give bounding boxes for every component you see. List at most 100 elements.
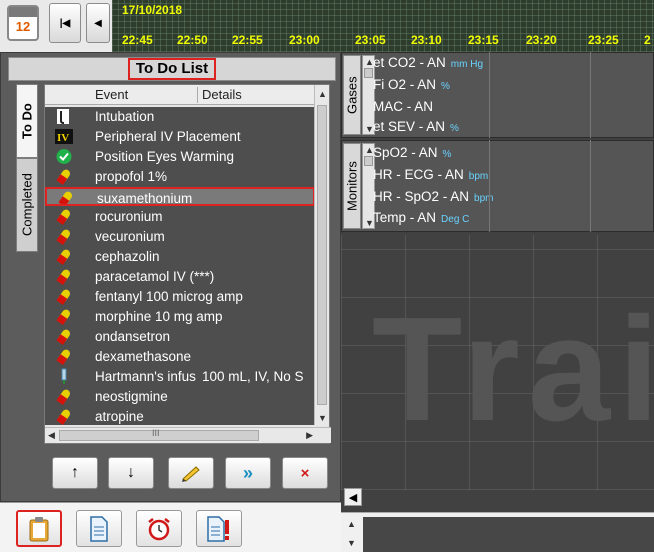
calendar-button[interactable]: 12 <box>7 5 39 41</box>
pill-icon <box>57 190 75 204</box>
event-details: 100 mL, IV, No S <box>202 369 304 384</box>
intubation-icon <box>55 108 73 125</box>
training-watermark: Trai <box>372 287 654 452</box>
pill-icon <box>55 228 73 245</box>
move-up-button[interactable]: ↑ <box>52 457 98 489</box>
pill-icon <box>55 268 73 285</box>
list-item[interactable]: morphine 10 mg amp <box>45 307 315 326</box>
pill-icon <box>55 348 73 365</box>
chevron-left-icon: ◀ <box>94 17 102 29</box>
channel-row[interactable]: et CO2 - AN mm Hg <box>373 53 483 73</box>
list-item[interactable]: cephazolin <box>45 247 315 266</box>
list-item[interactable]: suxamethonium <box>45 187 315 206</box>
pencil-icon <box>182 466 200 482</box>
svg-text:IV: IV <box>57 132 69 144</box>
channel-row[interactable]: Temp - AN Deg C <box>373 208 469 228</box>
step-back-button[interactable]: ◀ <box>86 3 110 43</box>
channel-name: HR - ECG - AN <box>373 167 464 182</box>
channel-unit: bpm <box>474 193 494 204</box>
clipboard-view-button[interactable] <box>16 510 62 547</box>
channel-name: et CO2 - AN <box>373 55 446 70</box>
alert-document-button[interactable] <box>196 510 242 547</box>
pill-icon <box>55 168 73 185</box>
hscroll-thumb[interactable]: III <box>59 428 259 441</box>
notes-area[interactable] <box>363 517 654 552</box>
list-item[interactable]: IV Peripheral IV Placement <box>45 127 315 146</box>
event-name: dexamethasone <box>95 349 192 364</box>
hscroll-grip: III <box>152 428 160 438</box>
channel-row[interactable]: MAC - AN <box>373 97 438 117</box>
channel-row[interactable]: SpO2 - AN% <box>373 143 451 163</box>
scroll-thumb[interactable] <box>317 105 327 405</box>
scroll-down-icon[interactable]: ▼ <box>318 413 327 423</box>
list-item[interactable]: ondansetron <box>45 327 315 346</box>
column-divider <box>197 87 198 103</box>
list-item[interactable]: dexamethasone <box>45 347 315 366</box>
list-item[interactable]: Hartmann's infus 100 mL, IV, No S <box>45 367 315 386</box>
channel-unit: % <box>441 81 450 92</box>
time-tick: 23:25 <box>588 33 619 47</box>
channel-name: SpO2 - AN <box>373 145 438 160</box>
channel-row[interactable]: Fi O2 - AN% <box>373 75 450 95</box>
tab-todo[interactable]: To Do <box>16 84 38 158</box>
collapse-button[interactable]: ◀ <box>344 488 362 506</box>
clipboard-icon <box>29 516 49 541</box>
list-item[interactable]: Intubation <box>45 107 315 126</box>
anaesthesia-record-window: 12 |◀ ◀ 17/10/2018 22:45 22:50 22:55 23:… <box>0 0 654 552</box>
event-name: Intubation <box>95 109 155 124</box>
list-item[interactable]: propofol 1% <box>45 167 315 186</box>
gases-label: Gases <box>343 55 361 135</box>
list-item[interactable]: atropine <box>45 407 315 426</box>
double-chevron-right-icon: » <box>242 462 253 483</box>
scroll-left-icon[interactable]: ◀ <box>48 430 55 441</box>
event-name: cephazolin <box>95 249 160 264</box>
scroll-down-icon[interactable]: ▼ <box>347 538 356 548</box>
event-name: Hartmann's infus <box>95 369 196 384</box>
channel-unit: % <box>442 149 452 160</box>
scroll-up-icon[interactable]: ▲ <box>318 89 327 99</box>
todo-list[interactable]: Event Details Intubation IV Peripheral IV … <box>44 84 331 444</box>
channel-row[interactable]: HR - SpO2 - AN bpm <box>373 187 493 207</box>
time-tick: 2 <box>644 33 651 47</box>
column-details[interactable]: Details <box>202 87 242 102</box>
edit-button[interactable] <box>168 457 214 489</box>
alarm-view-button[interactable] <box>136 510 182 547</box>
tab-completed[interactable]: Completed <box>16 158 38 252</box>
time-tick: 23:05 <box>355 33 386 47</box>
arrow-down-icon: ↓ <box>127 464 135 481</box>
delete-button[interactable]: × <box>282 457 328 489</box>
pill-icon <box>55 408 73 425</box>
list-item[interactable]: neostigmine <box>45 387 315 406</box>
scroll-right-icon[interactable]: ▶ <box>306 430 313 441</box>
list-item[interactable]: fentanyl 100 microg amp <box>45 287 315 306</box>
scroll-thumb[interactable] <box>364 156 373 166</box>
horizontal-scrollbar[interactable]: ◀ III ▶ <box>45 427 331 443</box>
channel-row[interactable]: HR - ECG - AN bpm <box>373 165 488 185</box>
document-view-button[interactable] <box>76 510 122 547</box>
channel-row[interactable]: et SEV - AN% <box>373 117 459 137</box>
list-header: Event Details <box>45 85 315 105</box>
column-event[interactable]: Event <box>95 87 128 102</box>
list-item[interactable]: vecuronium <box>45 227 315 246</box>
list-item[interactable]: Position Eyes Warming <box>45 147 315 166</box>
channel-name: et SEV - AN <box>373 119 446 134</box>
list-item[interactable]: rocuronium <box>45 207 315 226</box>
event-name: atropine <box>95 409 144 424</box>
scroll-up-icon[interactable]: ▲ <box>347 519 356 529</box>
list-item[interactable]: paracetamol IV (***) <box>45 267 315 286</box>
drip-icon <box>55 368 73 385</box>
grid-divider <box>489 52 490 138</box>
timeline-date: 17/10/2018 <box>122 3 183 17</box>
jump-to-start-button[interactable]: |◀ <box>49 3 81 43</box>
grid-divider <box>489 140 490 232</box>
vertical-scrollbar[interactable]: ▲ ▼ <box>314 85 329 425</box>
todo-header: To Do List <box>8 57 336 81</box>
forward-button[interactable]: » <box>225 457 271 489</box>
list-rows: Intubation IV Peripheral IV Placement Posit… <box>45 107 315 425</box>
event-name: Peripheral IV Placement <box>95 129 241 144</box>
move-down-button[interactable]: ↓ <box>108 457 154 489</box>
todo-tabs: To Do Completed <box>6 84 40 492</box>
skip-back-icon: |◀ <box>59 17 71 29</box>
scroll-thumb[interactable] <box>364 68 373 78</box>
event-name: morphine 10 mg amp <box>95 309 223 324</box>
